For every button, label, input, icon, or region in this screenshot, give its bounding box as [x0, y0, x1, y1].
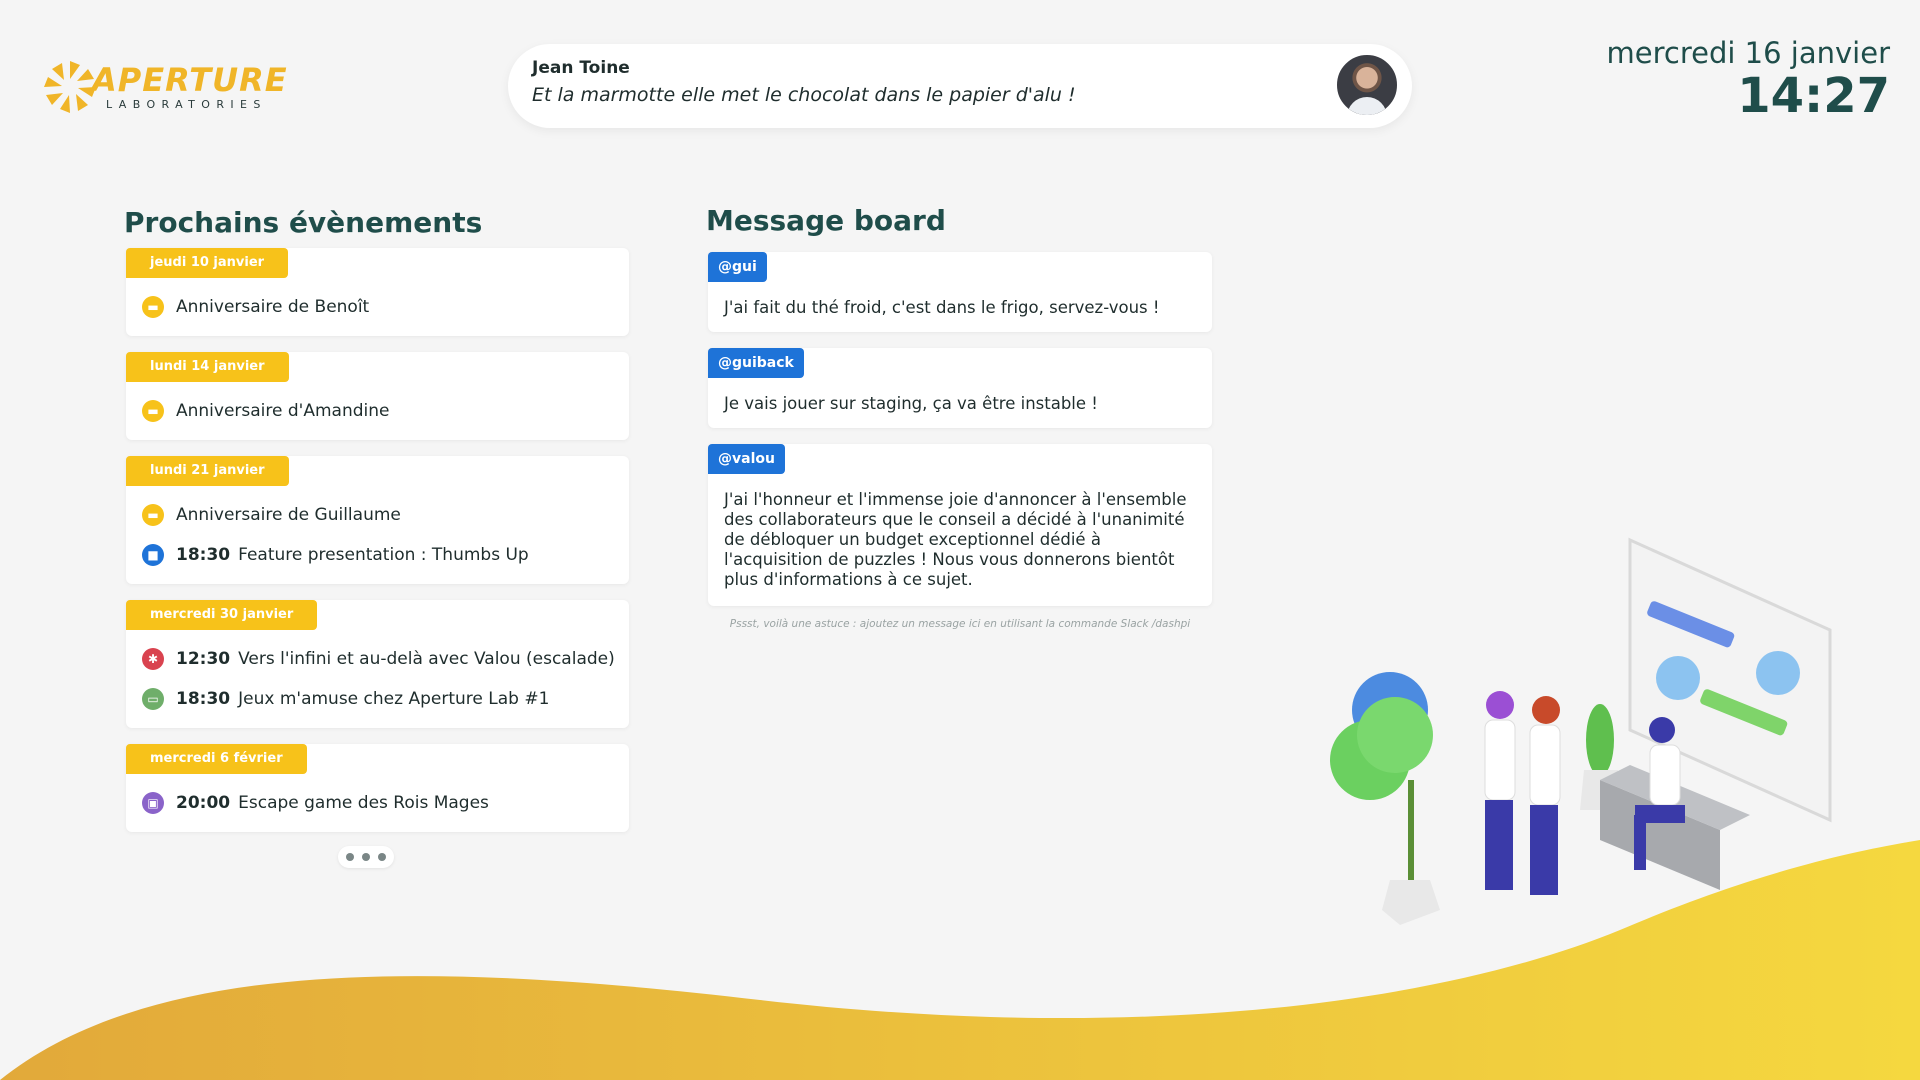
quote-bubble: Jean Toine Et la marmotte elle met le ch… [508, 44, 1412, 128]
quote-text: Et la marmotte elle met le chocolat dans… [532, 84, 1076, 106]
message-user-badge: @valou [708, 444, 785, 474]
event-item: ■ 18:30 Feature presentation : Thumbs Up [142, 542, 529, 568]
clock: mercredi 16 janvier 14:27 [1607, 36, 1890, 124]
event-item: ▭ 18:30 Jeux m'amuse chez Aperture Lab #… [142, 686, 549, 712]
event-time: 18:30 [176, 689, 231, 709]
gamepad-icon: ▭ [142, 688, 164, 710]
event-label: Feature presentation : Thumbs Up [238, 545, 529, 565]
message-user-badge: @gui [708, 252, 767, 282]
message-text: J'ai fait du thé froid, c'est dans le fr… [724, 298, 1160, 317]
current-time: 14:27 [1737, 68, 1890, 124]
cake-icon: ▬ [142, 296, 164, 318]
current-date: mercredi 16 janvier [1606, 36, 1890, 70]
event-date-badge: lundi 21 janvier [126, 456, 289, 486]
event-item: ▬ Anniversaire de Benoît [142, 294, 369, 320]
slack-tip: Pssst, voilà une astuce : ajoutez un mes… [729, 618, 1191, 630]
briefcase-icon: ■ [142, 544, 164, 566]
office-illustration [1330, 537, 1832, 925]
event-item: ▬ Anniversaire de Guillaume [142, 502, 401, 528]
event-day-card: jeudi 10 janvier ▬ Anniversaire de Benoî… [126, 248, 629, 336]
message-text: Je vais jouer sur staging, ça va être in… [724, 394, 1098, 413]
events-title: Prochains évènements [124, 206, 483, 239]
aperture-logo: APERTURE LABORATORIES [40, 52, 287, 122]
pager-dot [362, 853, 370, 861]
message-card: @valou J'ai l'honneur et l'immense joie … [708, 444, 1212, 606]
ticket-icon: ▣ [142, 792, 164, 814]
event-date-badge: jeudi 10 janvier [126, 248, 289, 278]
event-item: ▬ Anniversaire d'Amandine [142, 398, 389, 424]
pager-dot [378, 853, 386, 861]
logo-wordmark: APERTURE [92, 61, 288, 99]
pager-dot [346, 853, 354, 861]
event-date-badge: lundi 14 janvier [126, 352, 289, 382]
board-title: Message board [706, 204, 946, 237]
event-item: ▣ 20:00 Escape game des Rois Mages [142, 790, 489, 816]
cake-icon: ▬ [142, 400, 164, 422]
event-time: 20:00 [176, 793, 231, 813]
event-date-badge: mercredi 30 janvier [126, 600, 318, 630]
message-text: J'ai l'honneur et l'immense joie d'annon… [724, 490, 1187, 589]
event-item: ✱ 12:30 Vers l'infini et au-delà avec Va… [142, 646, 615, 672]
event-day-card: mercredi 30 janvier ✱ 12:30 Vers l'infin… [126, 600, 629, 728]
avatar [1334, 52, 1400, 118]
event-label: Anniversaire de Benoît [176, 297, 370, 317]
event-label: Anniversaire de Guillaume [176, 505, 401, 525]
message-card: @gui J'ai fait du thé froid, c'est dans … [708, 252, 1212, 332]
event-time: 18:30 [176, 545, 231, 565]
event-day-card: lundi 21 janvier ▬ Anniversaire de Guill… [126, 456, 629, 584]
quote-author: Jean Toine [532, 58, 630, 78]
event-label: Escape game des Rois Mages [238, 793, 489, 813]
climbing-icon: ✱ [142, 648, 164, 670]
event-label: Jeux m'amuse chez Aperture Lab #1 [238, 689, 550, 709]
aperture-icon [44, 61, 96, 113]
more-events-indicator[interactable] [338, 846, 394, 868]
event-day-card: lundi 14 janvier ▬ Anniversaire d'Amandi… [126, 352, 629, 440]
event-day-card: mercredi 6 février ▣ 20:00 Escape game d… [126, 744, 629, 832]
event-time: 12:30 [176, 649, 231, 669]
event-date-badge: mercredi 6 février [126, 744, 307, 774]
event-label: Vers l'infini et au-delà avec Valou (esc… [238, 649, 615, 669]
event-label: Anniversaire d'Amandine [176, 401, 390, 421]
message-user-badge: @guiback [708, 348, 804, 378]
cake-icon: ▬ [142, 504, 164, 526]
logo-subtitle: LABORATORIES [106, 98, 267, 111]
message-card: @guiback Je vais jouer sur staging, ça v… [708, 348, 1212, 428]
